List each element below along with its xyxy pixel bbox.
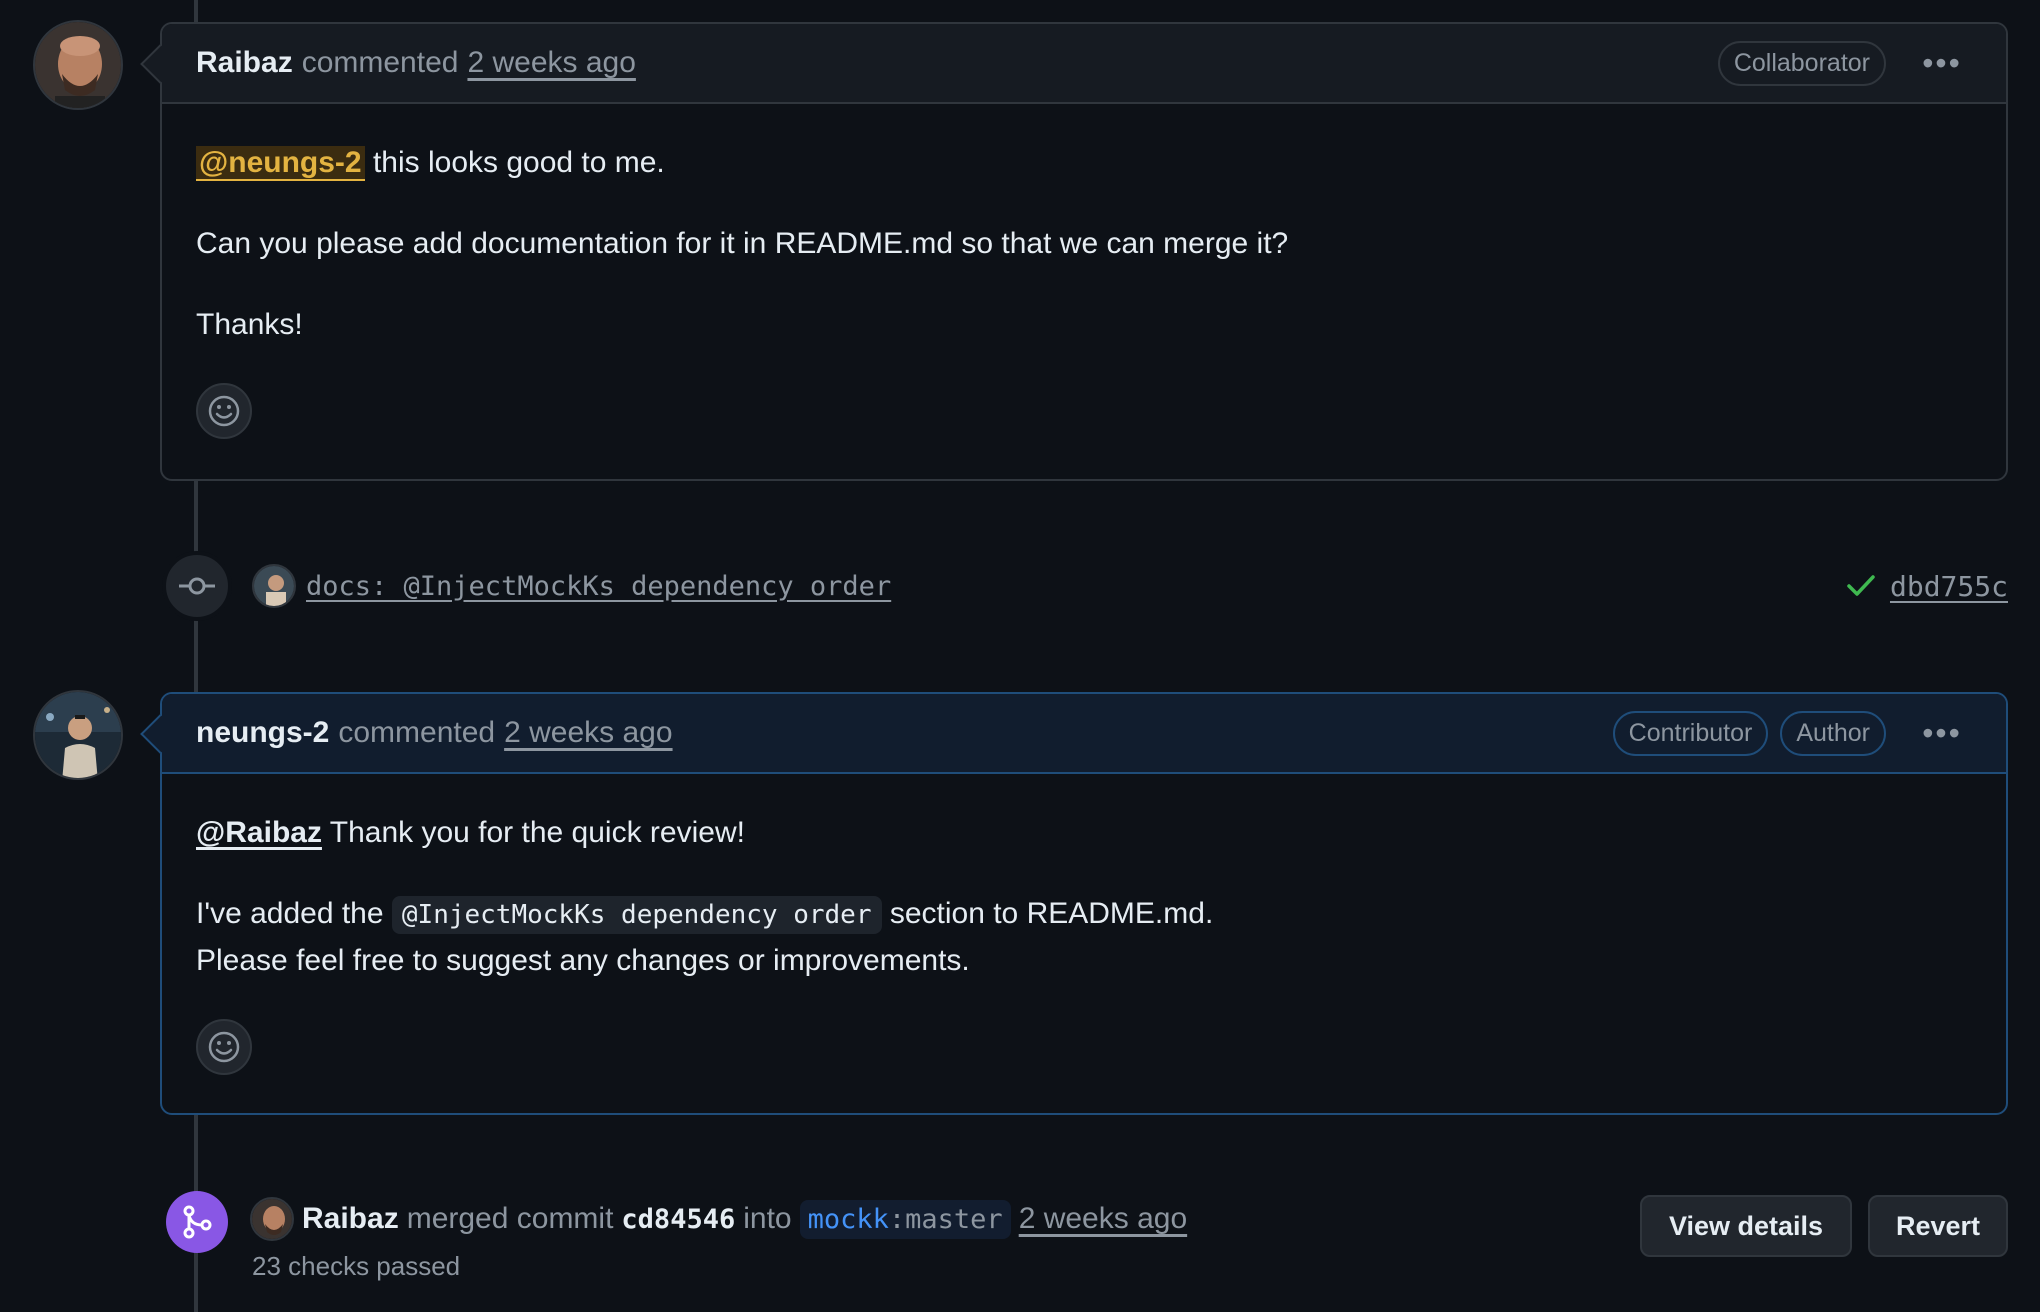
comment-body: @neungs-2 this looks good to me. Can you… [162,104,2006,469]
comment-time-link[interactable]: 2 weeks ago [467,46,635,80]
revert-button[interactable]: Revert [1868,1195,2008,1257]
comment-text: this looks good to me. [364,146,665,179]
git-merge-icon [166,1191,228,1253]
branch-separator: : [888,1203,906,1235]
merger-avatar[interactable] [250,1197,294,1241]
comment-header: Raibaz commented 2 weeks ago Collaborato… [162,24,2006,104]
contributor-badge: Contributor [1612,710,1769,756]
git-commit-icon [162,551,232,621]
commit-event: docs: @InjectMockKs dependency order dbd… [162,551,2008,621]
merge-time-link[interactable]: 2 weeks ago [1019,1202,1187,1236]
merge-commit-link[interactable]: cd84546 [621,1204,735,1235]
merge-text: merged commit [406,1202,614,1235]
checks-status[interactable]: 23 checks passed [252,1251,460,1282]
smiley-icon [208,395,240,427]
user-mention[interactable]: @Raibaz [196,816,322,849]
merge-summary: Raibaz merged commit cd84546 into mockk:… [250,1197,1187,1241]
avatar-neungs-2[interactable] [33,690,123,780]
merge-author[interactable]: Raibaz [302,1202,399,1236]
comment-neungs-2: neungs-2 commented 2 weeks ago Contribut… [140,692,2008,1115]
comment-text: section to README.md. [881,897,1214,930]
check-icon [1847,575,1875,596]
comment-text: Thanks! [196,308,303,341]
comment-header: neungs-2 commented 2 weeks ago Contribut… [162,694,2006,774]
comment-text: Thank you for the quick review! [321,816,745,849]
branch-owner: mockk [807,1203,889,1235]
commit-sha-link[interactable]: dbd755c [1890,570,2008,603]
comment-action: commented [338,716,496,749]
comment-text: Please feel free to suggest any changes … [196,944,970,977]
author-badge: Author [1780,710,1886,756]
kebab-horizontal-icon[interactable]: ••• [1912,715,1972,752]
add-reaction-button[interactable] [196,1019,252,1075]
comment-text: I've added the [196,897,392,930]
branch-name: master [905,1203,1003,1235]
merge-text: into [743,1202,792,1235]
comment-action: commented [301,46,459,79]
comment-time-link[interactable]: 2 weeks ago [504,716,672,750]
comment-text: Can you please add documentation for it … [196,227,1289,260]
commit-message-link[interactable]: docs: @InjectMockKs dependency order [306,571,891,602]
comment-author[interactable]: neungs-2 [196,716,329,750]
collaborator-badge: Collaborator [1717,40,1886,86]
comment-body: @Raibaz Thank you for the quick review! … [162,774,2006,1105]
add-reaction-button[interactable] [196,383,252,439]
avatar-raibaz[interactable] [33,20,123,110]
kebab-horizontal-icon[interactable]: ••• [1912,45,1972,82]
comment-author[interactable]: Raibaz [196,46,293,80]
view-details-button[interactable]: View details [1640,1195,1852,1257]
commit-author-avatar[interactable] [252,564,296,608]
inline-code: @InjectMockKs dependency order [391,896,882,934]
smiley-icon [208,1031,240,1063]
comment-raibaz: Raibaz commented 2 weeks ago Collaborato… [140,22,2008,481]
target-branch[interactable]: mockk:master [799,1199,1011,1239]
user-mention[interactable]: @neungs-2 [196,146,365,181]
